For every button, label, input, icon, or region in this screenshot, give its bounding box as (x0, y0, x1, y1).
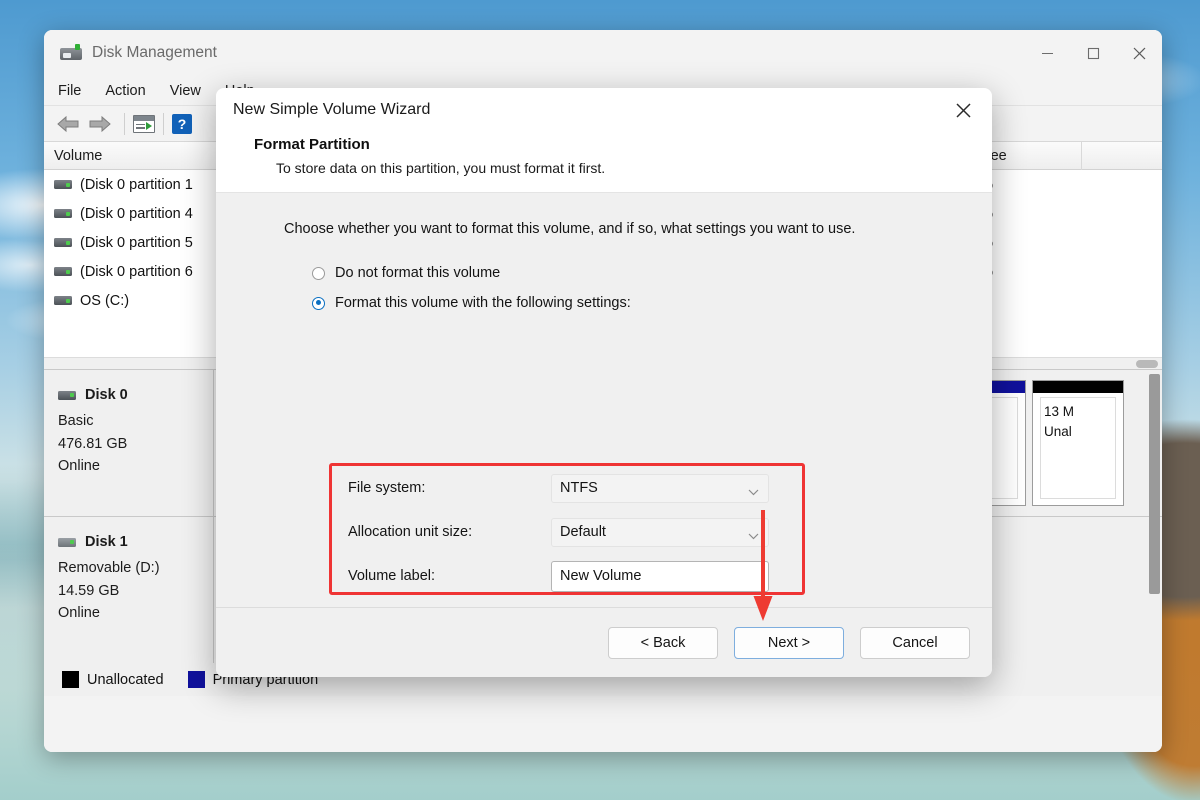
window-title: Disk Management (92, 44, 217, 61)
field-row-volume-label: Volume label: New Volume (332, 554, 802, 598)
window-bottom-filler (44, 696, 1162, 752)
radio-do-not-format[interactable]: Do not format this volume (312, 265, 992, 281)
cancel-button[interactable]: Cancel (860, 626, 970, 659)
back-arrow-icon[interactable] (56, 114, 82, 134)
disk-type: Basic (58, 413, 94, 430)
intro-text: Choose whether you want to format this v… (284, 221, 856, 237)
partition-unallocated[interactable]: 13 M Unal (1032, 380, 1124, 506)
scrollbar-thumb[interactable] (1149, 374, 1160, 594)
minimize-icon[interactable] (1024, 30, 1070, 76)
legend-swatch-primary (187, 671, 205, 688)
partition-size: 13 M (1044, 404, 1075, 419)
window-controls (1024, 30, 1162, 76)
field-row-allocation-unit-size: Allocation unit size: Default (332, 510, 802, 554)
graphical-pane-vscrollbar[interactable] (1149, 374, 1160, 658)
drive-icon (54, 296, 72, 305)
field-row-file-system: File system: NTFS (332, 466, 802, 510)
disk-size: 476.81 GB (58, 435, 128, 452)
volume-name: OS (C:) (80, 292, 130, 309)
allocation-unit-size-dropdown[interactable]: Default (551, 517, 769, 547)
close-icon[interactable] (934, 88, 992, 132)
wizard-header: Format Partition To store data on this p… (216, 132, 992, 192)
disk-info-1: Disk 1 Removable (D:) 14.59 GB Online (44, 517, 214, 663)
disk-name: Disk 0 (85, 387, 128, 403)
drive-icon (54, 267, 72, 276)
legend-label: Unallocated (87, 671, 164, 688)
drive-icon (54, 209, 72, 218)
drive-icon (54, 238, 72, 247)
removable-drive-icon (58, 537, 76, 547)
desktop: Disk Management File Action View Help (0, 0, 1200, 800)
menu-action[interactable]: Action (105, 83, 145, 99)
menu-file[interactable]: File (58, 83, 81, 99)
annotation-arrow-icon (752, 508, 774, 622)
partition-bar-unallocated (1033, 381, 1123, 393)
radio-label: Format this volume with the following se… (335, 295, 631, 311)
radio-format-with-settings[interactable]: Format this volume with the following se… (312, 295, 992, 311)
close-icon[interactable] (1116, 30, 1162, 76)
back-button[interactable]: < Back (608, 626, 718, 659)
file-system-dropdown[interactable]: NTFS (551, 473, 769, 503)
volume-name: (Disk 0 partition 5 (80, 234, 193, 251)
disk-size: 14.59 GB (58, 582, 120, 599)
volume-name: (Disk 0 partition 4 (80, 205, 193, 222)
next-button[interactable]: Next > (734, 626, 844, 659)
disk-status: Online (58, 605, 100, 622)
field-label: File system: (348, 480, 426, 496)
help-icon[interactable]: ? (172, 113, 192, 134)
forward-arrow-icon[interactable] (86, 114, 112, 134)
drive-icon (58, 390, 76, 400)
volume-name: (Disk 0 partition 1 (80, 176, 193, 193)
list-view-icon[interactable] (133, 114, 155, 133)
disk-info-0: Disk 0 Basic 476.81 GB Online (44, 370, 214, 516)
partition-status: Unal (1044, 424, 1072, 440)
legend-item-unallocated: Unallocated (62, 671, 164, 688)
volume-label-value: New Volume (560, 568, 642, 584)
new-simple-volume-wizard-dialog: New Simple Volume Wizard Format Partitio… (216, 88, 992, 677)
wizard-footer: < Back Next > Cancel (216, 607, 992, 677)
maximize-icon[interactable] (1070, 30, 1116, 76)
disk-status: Online (58, 458, 100, 475)
window-titlebar[interactable]: Disk Management (44, 30, 1162, 76)
legend-swatch-unallocated (62, 671, 79, 688)
page-subtitle: To store data on this partition, you mus… (276, 160, 606, 176)
file-system-value: NTFS (560, 480, 598, 496)
field-label: Volume label: (348, 568, 436, 584)
disk-type: Removable (D:) (58, 560, 160, 577)
column-extra[interactable] (1082, 142, 1162, 170)
page-title: Format Partition (254, 136, 370, 153)
allocation-unit-size-value: Default (560, 524, 606, 540)
drive-icon (54, 180, 72, 189)
volume-label-input[interactable]: New Volume (551, 560, 769, 592)
menu-view[interactable]: View (170, 83, 201, 99)
wizard-titlebar[interactable]: New Simple Volume Wizard (216, 88, 992, 132)
disk-drive-icon (60, 44, 82, 62)
radio-label: Do not format this volume (335, 265, 501, 281)
volume-name: (Disk 0 partition 6 (80, 263, 193, 280)
wizard-title: New Simple Volume Wizard (233, 101, 431, 118)
field-label: Allocation unit size: (348, 524, 473, 540)
format-settings-highlight: File system: NTFS Allocation unit size: … (329, 463, 805, 595)
chevron-down-icon (748, 484, 759, 500)
wizard-body: Choose whether you want to format this v… (216, 192, 992, 607)
radio-button[interactable] (312, 296, 325, 310)
disk-name: Disk 1 (85, 534, 128, 550)
radio-button[interactable] (312, 266, 325, 280)
scrollbar-thumb[interactable] (1136, 360, 1158, 368)
